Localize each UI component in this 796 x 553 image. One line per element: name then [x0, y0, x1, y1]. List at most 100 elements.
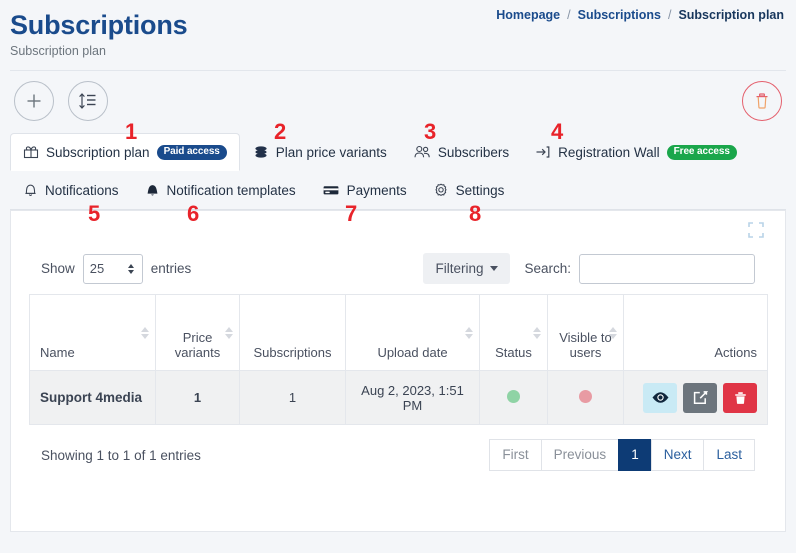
column-header-visible-to-users[interactable]: Visible to users	[547, 294, 624, 371]
view-button[interactable]	[643, 382, 677, 413]
column-header-price-variants[interactable]: Price variants	[155, 294, 240, 371]
page-length-value: 25	[89, 261, 105, 276]
tab-notifications[interactable]: Notifications	[10, 171, 132, 209]
tab-payments[interactable]: Payments	[309, 171, 420, 209]
tab-row-secondary: 5 6 7 8 Notifications Notification templ…	[10, 171, 786, 226]
tab-label: Notification templates	[166, 182, 296, 198]
breadcrumb-separator: /	[567, 8, 571, 22]
credit-card-icon	[323, 186, 339, 195]
box-open-icon	[23, 146, 39, 159]
tab-subscribers[interactable]: Subscribers	[400, 133, 522, 171]
visibility-dot-inactive	[579, 389, 592, 403]
tab-plan-price-variants[interactable]: Plan price variants	[240, 133, 400, 171]
tab-label: Subscription plan	[46, 144, 150, 160]
search-input[interactable]	[579, 253, 755, 284]
pagination: First Previous 1 Next Last	[489, 439, 755, 471]
eye-icon	[652, 392, 668, 403]
column-label: Status	[495, 345, 532, 360]
bell-filled-icon	[147, 185, 157, 196]
search-control: Search:	[524, 253, 755, 284]
page-length-select[interactable]: 25	[82, 253, 143, 284]
cell-actions	[623, 370, 768, 425]
entries-label: entries	[150, 261, 192, 276]
column-label: Name	[40, 345, 75, 360]
tab-label: Registration Wall	[558, 144, 660, 160]
table-row[interactable]: Support 4media 1 1 Aug 2, 2023, 1:51 PM	[29, 370, 768, 425]
cell-price-variants: 1	[155, 370, 240, 425]
tab-row-primary: Subscription plan Paid access Plan price…	[10, 133, 786, 171]
filtering-button[interactable]: Filtering	[423, 253, 511, 284]
sort-icon[interactable]	[465, 326, 473, 339]
trash-icon	[756, 93, 768, 109]
breadcrumb-separator: /	[667, 8, 672, 22]
breadcrumb: Homepage / Subscriptions / Subscription …	[496, 8, 784, 22]
delete-button[interactable]	[723, 382, 757, 413]
column-header-actions: Actions	[623, 294, 768, 371]
breadcrumb-item-subscription-plan[interactable]: Subscription plan	[678, 8, 784, 22]
sort-icon[interactable]	[609, 326, 617, 339]
cell-subscriptions: 1	[239, 370, 346, 425]
pagination-page-1[interactable]: 1	[618, 439, 651, 471]
datatable-footer: Showing 1 to 1 of 1 entries First Previo…	[29, 425, 767, 471]
datatable-info: Showing 1 to 1 of 1 entries	[41, 447, 201, 463]
cell-status	[479, 370, 548, 425]
table-header: Name Price variants Subscriptions Upload…	[29, 294, 768, 371]
edit-button[interactable]	[683, 382, 717, 413]
delete-selected-button[interactable]	[742, 81, 782, 121]
stepper-icon	[127, 263, 134, 274]
tab-label: Subscribers	[437, 144, 510, 160]
status-badge-paid-access: Paid access	[156, 144, 227, 160]
table-body: Support 4media 1 1 Aug 2, 2023, 1:51 PM	[29, 370, 768, 425]
toolbar	[0, 71, 796, 133]
pagination-previous[interactable]: Previous	[540, 439, 619, 471]
column-header-subscriptions[interactable]: Subscriptions	[239, 294, 346, 371]
cell-visible-to-users	[547, 370, 624, 425]
breadcrumb-item-homepage[interactable]: Homepage	[496, 8, 560, 22]
page-header: Subscriptions Subscription plan Homepage…	[0, 0, 796, 70]
column-label: Subscriptions	[253, 345, 332, 360]
column-header-name[interactable]: Name	[29, 294, 156, 371]
pagination-first[interactable]: First	[489, 439, 541, 471]
sort-list-icon	[79, 93, 96, 109]
column-header-upload-date[interactable]: Upload date	[345, 294, 480, 371]
tab-label: Plan price variants	[275, 144, 387, 160]
users-icon	[414, 145, 430, 158]
add-button[interactable]	[14, 81, 54, 121]
column-header-status[interactable]: Status	[479, 294, 548, 371]
sort-icon[interactable]	[225, 326, 233, 339]
tab-label: Notifications	[45, 182, 119, 198]
column-label: Price variants	[174, 330, 221, 360]
reorder-button[interactable]	[68, 81, 109, 121]
subscription-plans-table: Name Price variants Subscriptions Upload…	[29, 294, 768, 425]
search-label: Search:	[524, 261, 571, 276]
chevron-down-icon	[490, 266, 499, 271]
bell-outline-icon	[25, 184, 36, 197]
pagination-last[interactable]: Last	[703, 439, 755, 471]
fullscreen-icon[interactable]	[747, 221, 765, 244]
tab-label: Payments	[346, 182, 407, 198]
column-label: Visible to users	[559, 330, 612, 360]
sign-in-icon	[536, 146, 550, 158]
show-label: Show	[41, 261, 75, 276]
page-length-control: Show 25 entries	[41, 253, 192, 284]
page-subtitle: Subscription plan	[10, 44, 106, 58]
tab-label: Settings	[455, 182, 505, 198]
tab-subscription-plan[interactable]: Subscription plan Paid access	[10, 133, 240, 171]
tab-bar: 1 2 3 4 Subscription plan Paid access Pl…	[0, 119, 796, 226]
status-badge-free-access: Free access	[666, 144, 737, 160]
cell-name: Support 4media	[29, 370, 156, 425]
sort-icon[interactable]	[141, 326, 149, 339]
pagination-next[interactable]: Next	[650, 439, 704, 471]
filtering-label: Filtering	[435, 261, 484, 276]
plus-icon	[27, 94, 41, 108]
column-label: Upload date	[377, 345, 448, 360]
sort-icon[interactable]	[533, 326, 541, 339]
card-tools	[29, 211, 767, 247]
tab-registration-wall[interactable]: Registration Wall Free access	[522, 133, 750, 171]
breadcrumb-item-subscriptions[interactable]: Subscriptions	[578, 8, 661, 22]
edit-icon	[693, 391, 708, 404]
tab-notification-templates[interactable]: Notification templates	[132, 171, 309, 209]
tab-settings[interactable]: Settings	[420, 171, 518, 209]
datatable-card: Show 25 entries Filtering Search: Name P…	[10, 210, 786, 532]
datatable-controls-right: Filtering Search:	[423, 253, 755, 284]
